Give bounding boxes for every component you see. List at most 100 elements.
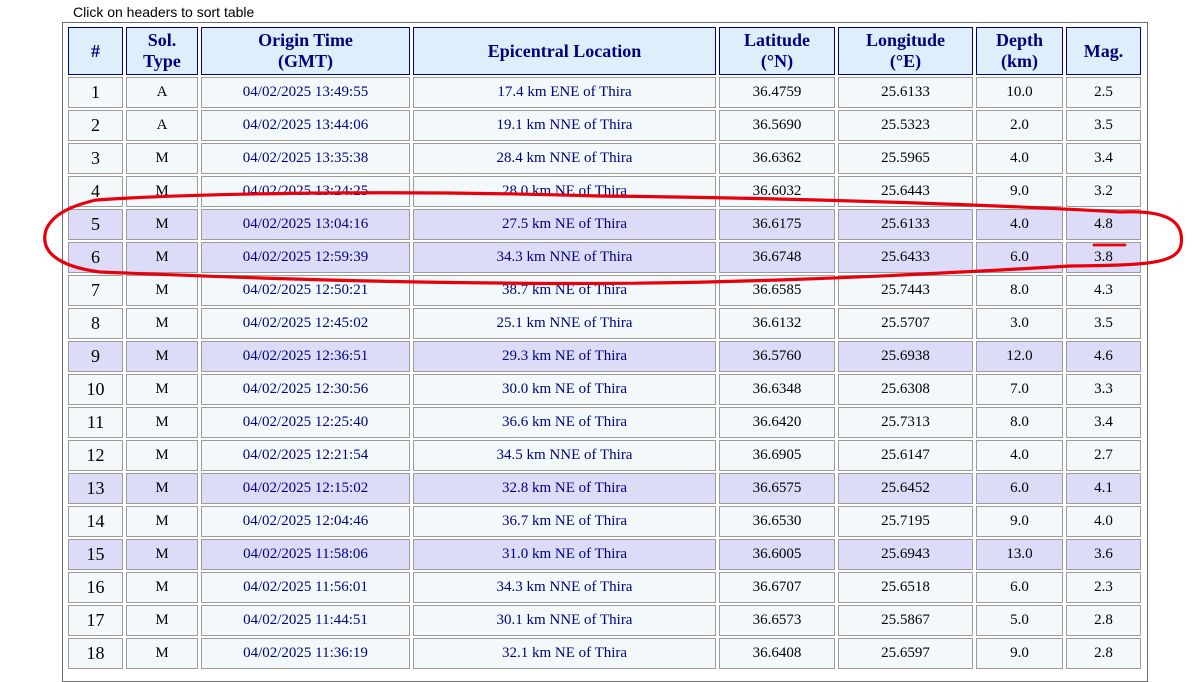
cell-number: 13 <box>68 473 123 504</box>
cell-depth: 8.0 <box>976 275 1063 306</box>
cell-magnitude: 4.1 <box>1066 473 1141 504</box>
cell-origin-time: 04/02/2025 11:56:01 <box>201 572 410 603</box>
cell-longitude: 25.6133 <box>838 77 973 108</box>
cell-magnitude: 2.5 <box>1066 77 1141 108</box>
cell-longitude: 25.6133 <box>838 209 973 240</box>
table-row: 4 M 04/02/2025 13:24:25 28.0 km NE of Thira… <box>68 176 1141 207</box>
cell-location: 19.1 km NNE of Thira <box>413 110 716 141</box>
cell-location: 28.4 km NNE of Thira <box>413 143 716 174</box>
table-row: 18 M 04/02/2025 11:36:19 32.1 km NE of Thir… <box>68 638 1141 669</box>
cell-depth: 9.0 <box>976 506 1063 537</box>
cell-sol-type: A <box>126 77 198 108</box>
cell-latitude: 36.5760 <box>719 341 835 372</box>
cell-origin-time: 04/02/2025 12:45:02 <box>201 308 410 339</box>
cell-location: 36.7 km NE of Thira <box>413 506 716 537</box>
cell-location: 30.0 km NE of Thira <box>413 374 716 405</box>
cell-number: 2 <box>68 110 123 141</box>
cell-magnitude: 3.6 <box>1066 539 1141 570</box>
cell-sol-type: M <box>126 143 198 174</box>
header-number[interactable]: # <box>68 27 123 75</box>
cell-magnitude: 3.8 <box>1066 242 1141 273</box>
cell-origin-time: 04/02/2025 12:30:56 <box>201 374 410 405</box>
cell-latitude: 36.6175 <box>719 209 835 240</box>
table-row: 16 M 04/02/2025 11:56:01 34.3 km NNE of Thi… <box>68 572 1141 603</box>
cell-latitude: 36.6707 <box>719 572 835 603</box>
cell-longitude: 25.6518 <box>838 572 973 603</box>
cell-longitude: 25.7195 <box>838 506 973 537</box>
cell-origin-time: 04/02/2025 11:58:06 <box>201 539 410 570</box>
cell-origin-time: 04/02/2025 13:49:55 <box>201 77 410 108</box>
header-magnitude[interactable]: Mag. <box>1066 27 1141 75</box>
cell-number: 18 <box>68 638 123 669</box>
cell-magnitude: 2.8 <box>1066 638 1141 669</box>
table-row: 14 M 04/02/2025 12:04:46 36.7 km NE of Thir… <box>68 506 1141 537</box>
cell-longitude: 25.7443 <box>838 275 973 306</box>
cell-latitude: 36.6573 <box>719 605 835 636</box>
cell-sol-type: M <box>126 176 198 207</box>
cell-number: 7 <box>68 275 123 306</box>
cell-origin-time: 04/02/2025 11:44:51 <box>201 605 410 636</box>
cell-number: 8 <box>68 308 123 339</box>
cell-longitude: 25.5867 <box>838 605 973 636</box>
cell-sol-type: M <box>126 209 198 240</box>
cell-magnitude: 4.8 <box>1066 209 1141 240</box>
cell-number: 4 <box>68 176 123 207</box>
table-row: 11 M 04/02/2025 12:25:40 36.6 km NE of Thir… <box>68 407 1141 438</box>
cell-sol-type: M <box>126 341 198 372</box>
header-epicentral-location[interactable]: Epicentral Location <box>413 27 716 75</box>
cell-number: 11 <box>68 407 123 438</box>
header-depth[interactable]: Depth (km) <box>976 27 1063 75</box>
cell-number: 3 <box>68 143 123 174</box>
header-row: # Sol. Type Origin Time (GMT) Epicentral L… <box>68 27 1141 75</box>
cell-origin-time: 04/02/2025 12:59:39 <box>201 242 410 273</box>
cell-number: 10 <box>68 374 123 405</box>
cell-location: 29.3 km NE of Thira <box>413 341 716 372</box>
cell-longitude: 25.6443 <box>838 176 973 207</box>
cell-depth: 2.0 <box>976 110 1063 141</box>
cell-number: 6 <box>68 242 123 273</box>
cell-origin-time: 04/02/2025 12:04:46 <box>201 506 410 537</box>
cell-latitude: 36.6348 <box>719 374 835 405</box>
cell-sol-type: M <box>126 638 198 669</box>
cell-magnitude: 3.5 <box>1066 308 1141 339</box>
cell-number: 5 <box>68 209 123 240</box>
table-row: 7 M 04/02/2025 12:50:21 38.7 km NE of Thira… <box>68 275 1141 306</box>
cell-location: 30.1 km NNE of Thira <box>413 605 716 636</box>
table-row: 12 M 04/02/2025 12:21:54 34.5 km NNE of Thi… <box>68 440 1141 471</box>
cell-origin-time: 04/02/2025 13:24:25 <box>201 176 410 207</box>
cell-depth: 10.0 <box>976 77 1063 108</box>
cell-longitude: 25.6433 <box>838 242 973 273</box>
cell-location: 17.4 km ENE of Thira <box>413 77 716 108</box>
cell-depth: 6.0 <box>976 572 1063 603</box>
cell-latitude: 36.6530 <box>719 506 835 537</box>
header-latitude[interactable]: Latitude (°N) <box>719 27 835 75</box>
cell-sol-type: M <box>126 407 198 438</box>
cell-number: 14 <box>68 506 123 537</box>
cell-depth: 7.0 <box>976 374 1063 405</box>
cell-location: 32.1 km NE of Thira <box>413 638 716 669</box>
cell-longitude: 25.5965 <box>838 143 973 174</box>
header-origin-time[interactable]: Origin Time (GMT) <box>201 27 410 75</box>
header-sol-type[interactable]: Sol. Type <box>126 27 198 75</box>
cell-origin-time: 04/02/2025 12:21:54 <box>201 440 410 471</box>
cell-magnitude: 2.3 <box>1066 572 1141 603</box>
cell-latitude: 36.6748 <box>719 242 835 273</box>
cell-magnitude: 3.3 <box>1066 374 1141 405</box>
cell-sol-type: M <box>126 572 198 603</box>
cell-origin-time: 04/02/2025 12:50:21 <box>201 275 410 306</box>
cell-magnitude: 3.4 <box>1066 407 1141 438</box>
cell-number: 15 <box>68 539 123 570</box>
cell-sol-type: A <box>126 110 198 141</box>
cell-number: 17 <box>68 605 123 636</box>
cell-latitude: 36.5690 <box>719 110 835 141</box>
header-longitude[interactable]: Longitude (°E) <box>838 27 973 75</box>
cell-depth: 13.0 <box>976 539 1063 570</box>
cell-depth: 5.0 <box>976 605 1063 636</box>
table-row: 6 M 04/02/2025 12:59:39 34.3 km NNE of Thir… <box>68 242 1141 273</box>
cell-location: 34.3 km NNE of Thira <box>413 242 716 273</box>
cell-sol-type: M <box>126 275 198 306</box>
cell-origin-time: 04/02/2025 12:25:40 <box>201 407 410 438</box>
cell-latitude: 36.6005 <box>719 539 835 570</box>
cell-longitude: 25.5707 <box>838 308 973 339</box>
cell-latitude: 36.6585 <box>719 275 835 306</box>
